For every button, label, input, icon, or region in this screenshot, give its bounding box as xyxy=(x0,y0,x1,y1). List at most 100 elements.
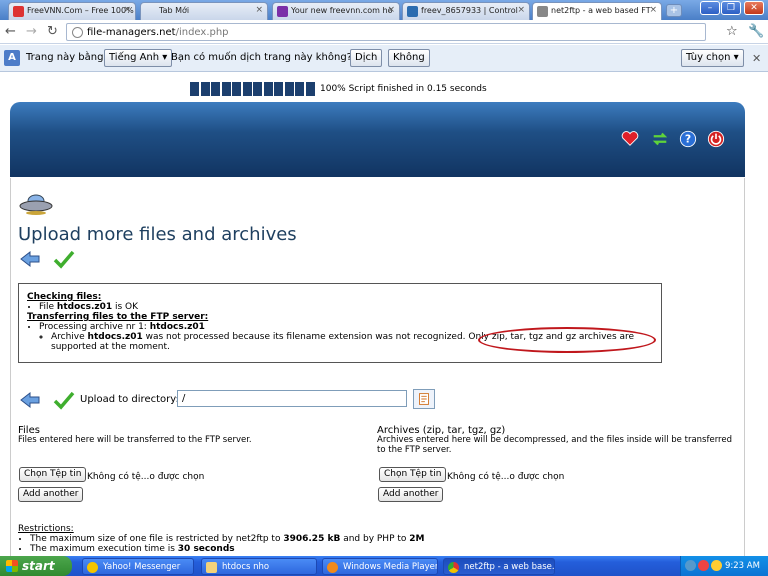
task-label: Windows Media Player xyxy=(343,562,438,572)
yahoo-tray-icon[interactable] xyxy=(711,560,722,571)
translate-prefix: Trang này bằng xyxy=(26,52,104,63)
files-description: Files entered here will be transferred t… xyxy=(18,435,252,445)
window-close-button[interactable]: ✕ xyxy=(744,1,764,15)
restriction-text: The maximum size of one file is restrict… xyxy=(30,534,284,544)
restriction-value: 3906.25 kB xyxy=(283,534,341,544)
reload-icon[interactable]: ↻ xyxy=(47,24,58,39)
tab-new[interactable]: Tab Mới × xyxy=(140,2,268,20)
media-player-icon xyxy=(327,562,338,573)
translate-infobar: A Trang này bằng Tiếng Anh ▾ Bạn có muốn… xyxy=(0,45,768,72)
chrome-icon xyxy=(448,562,459,573)
net2ftp-favicon-icon xyxy=(537,6,548,17)
transfer-heading: Transferring files to the FTP server: xyxy=(27,312,209,322)
tab-control-panel[interactable]: freev_8657933 | Control × xyxy=(402,2,530,20)
maximize-button[interactable]: ❐ xyxy=(721,1,741,15)
yahoo-favicon-icon xyxy=(277,6,288,17)
submit-check-icon[interactable] xyxy=(53,249,75,269)
tab-close-icon[interactable]: × xyxy=(387,5,395,15)
minimize-button[interactable]: – xyxy=(700,1,720,15)
url-host: file-managers.net xyxy=(87,27,176,38)
browse-directory-icon[interactable] xyxy=(413,389,435,409)
restriction-text: The maximum execution time is xyxy=(30,544,178,554)
vp-favicon-icon xyxy=(407,6,418,17)
heart-icon[interactable] xyxy=(621,130,639,148)
logout-power-icon[interactable] xyxy=(707,130,725,148)
back-arrow-icon[interactable]: ← xyxy=(5,24,16,39)
tab-freevnn[interactable]: FreeVNN.Com – Free 100% × xyxy=(8,2,136,20)
task-label: Yahoo! Messenger xyxy=(103,562,181,572)
wrench-icon[interactable]: 🔧 xyxy=(748,24,764,39)
page-icon xyxy=(72,27,83,38)
system-tray: 9:23 AM xyxy=(680,556,768,576)
checking-heading: Checking files: xyxy=(27,292,102,302)
archives-status: Không có tệ...o được chọn xyxy=(447,472,565,482)
archives-add-another-button[interactable]: Add another xyxy=(378,487,444,502)
translate-options-button[interactable]: Tùy chọn ▾ xyxy=(681,49,744,67)
task-windows-media-player[interactable]: Windows Media Player xyxy=(322,558,438,575)
tab-label: Tab Mới xyxy=(159,6,190,15)
upload-check-icon[interactable] xyxy=(53,390,75,410)
restriction-item: The maximum size of one file is restrict… xyxy=(30,534,424,544)
log-text: File xyxy=(39,302,57,312)
task-label: htdocs nho xyxy=(222,562,270,572)
windows-taskbar: start Yahoo! Messenger htdocs nho Window… xyxy=(0,556,768,576)
back-icon[interactable] xyxy=(19,250,41,268)
bookmark-star-icon[interactable]: ☆ xyxy=(726,24,738,39)
progress-block xyxy=(253,82,262,96)
back-icon[interactable] xyxy=(19,391,41,409)
log-item: File htdocs.z01 is OK xyxy=(39,302,661,312)
restriction-value: 2M xyxy=(409,534,425,544)
task-yahoo-messenger[interactable]: Yahoo! Messenger xyxy=(82,558,194,575)
log-filename: htdocs.z01 xyxy=(56,302,113,312)
progress-block xyxy=(221,82,231,96)
network-icon[interactable] xyxy=(685,560,696,571)
progress-block xyxy=(263,82,273,96)
progress-block xyxy=(305,82,315,96)
progress-block xyxy=(274,82,283,96)
files-add-another-button[interactable]: Add another xyxy=(18,487,84,502)
tab-freevnn-home[interactable]: Your new freevnn.com ho × xyxy=(272,2,400,20)
yahoo-messenger-icon xyxy=(87,562,98,573)
language-select[interactable]: Tiếng Anh ▾ xyxy=(104,49,173,67)
restrictions: Restrictions: The maximum size of one fi… xyxy=(18,524,424,554)
progress-block xyxy=(232,82,241,96)
log-text: Archive xyxy=(51,332,88,342)
directory-input[interactable] xyxy=(177,390,407,407)
help-icon[interactable]: ? xyxy=(679,130,697,148)
windows-logo-icon xyxy=(6,560,18,572)
restriction-text: and by PHP to xyxy=(340,534,410,544)
upload-directory-label: Upload to directory: xyxy=(80,394,179,405)
refresh-arrows-icon[interactable] xyxy=(651,130,669,148)
tab-close-icon[interactable]: × xyxy=(123,5,131,15)
infobar-close-icon[interactable]: ✕ xyxy=(752,52,761,65)
forward-arrow-icon[interactable]: → xyxy=(26,24,37,39)
red-highlight-annotation xyxy=(478,327,656,353)
restriction-value: 30 seconds xyxy=(177,544,235,554)
tab-close-icon[interactable]: × xyxy=(649,5,657,15)
log-text: Processing archive nr 1: xyxy=(39,322,150,332)
tab-label: freev_8657933 | Control xyxy=(421,6,518,15)
progress-block xyxy=(200,82,210,96)
task-chrome-net2ftp[interactable]: net2ftp - a web base... xyxy=(443,558,555,575)
address-bar[interactable]: file-managers.net/index.php xyxy=(66,23,706,41)
log-filename: htdocs.z01 xyxy=(149,322,205,332)
files-choose-button[interactable]: Chọn Tệp tin xyxy=(19,467,87,482)
task-htdocs-folder[interactable]: htdocs nho xyxy=(201,558,317,575)
log-filename: htdocs.z01 xyxy=(87,332,143,342)
new-tab-button[interactable]: + xyxy=(666,4,682,17)
clock: 9:23 AM xyxy=(725,561,760,571)
tab-close-icon[interactable]: × xyxy=(255,5,263,15)
no-translate-button[interactable]: Không xyxy=(388,49,430,67)
progress-block xyxy=(211,82,220,96)
security-icon[interactable] xyxy=(698,560,709,571)
archives-choose-button[interactable]: Chọn Tệp tin xyxy=(379,467,447,482)
url-path: /index.php xyxy=(175,27,229,38)
translate-question: Bạn có muốn dịch trang này không? xyxy=(171,52,352,63)
svg-text:?: ? xyxy=(685,133,691,146)
translate-button[interactable]: Dịch xyxy=(350,49,383,67)
tab-close-icon[interactable]: × xyxy=(517,5,525,15)
start-button[interactable]: start xyxy=(0,556,72,576)
progress-block xyxy=(190,82,199,96)
tab-net2ftp[interactable]: net2ftp - a web based FT × xyxy=(532,2,662,21)
freevnn-favicon-icon xyxy=(13,6,24,17)
